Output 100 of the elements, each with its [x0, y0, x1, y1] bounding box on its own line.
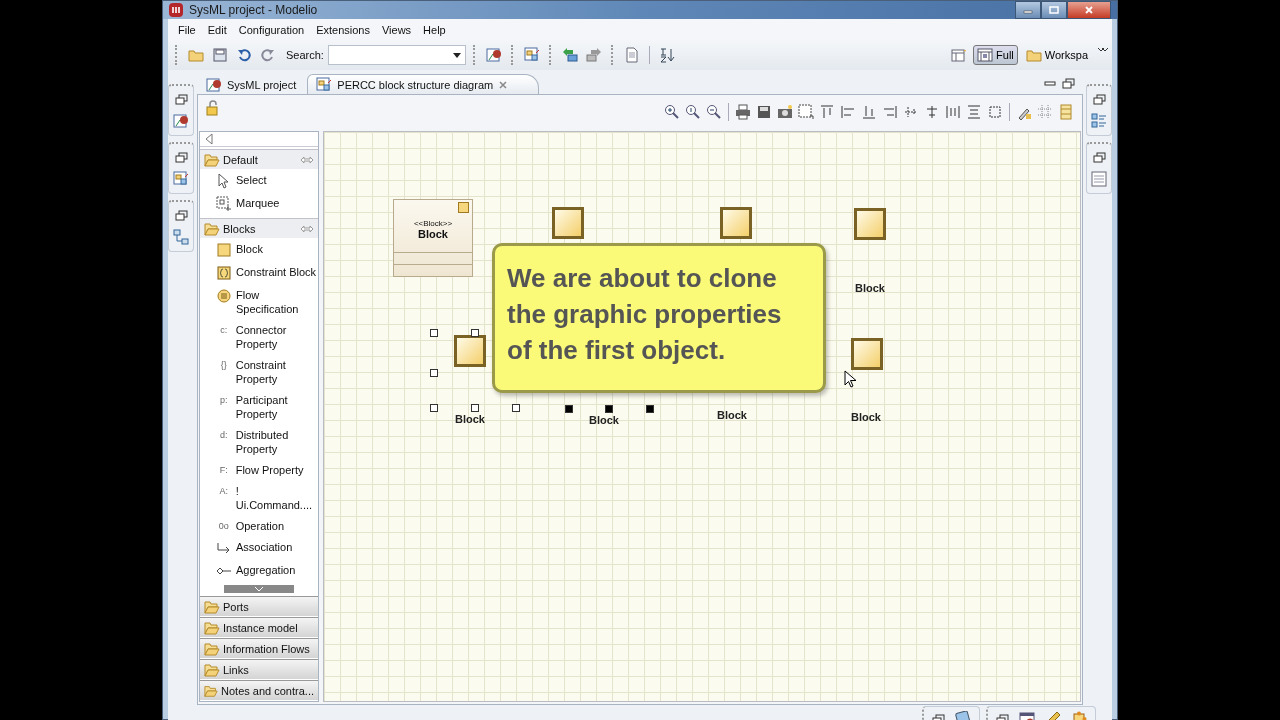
tool-glyph: d:: [220, 429, 228, 442]
tool-glyph: A:: [219, 485, 229, 498]
hierarchy-icon[interactable]: [173, 229, 189, 245]
dropdown-arrow-icon: [452, 52, 461, 58]
menu-item[interactable]: Edit: [201, 23, 233, 36]
restore-icon[interactable]: [174, 94, 188, 105]
selection-handle[interactable]: [565, 405, 573, 413]
selection-handle[interactable]: [605, 405, 613, 413]
palette-tool[interactable]: Select: [216, 170, 318, 193]
perspective-icon: [951, 47, 968, 63]
folder-icon: [204, 640, 220, 657]
print-button[interactable]: [733, 103, 753, 121]
maximize-button[interactable]: [1041, 1, 1067, 19]
block-node[interactable]: [720, 207, 752, 239]
constraint-block-icon: [216, 265, 232, 281]
mouse-cursor-icon: [844, 370, 856, 388]
palette-drawer[interactable]: Blocks: [200, 218, 318, 238]
selection-handle[interactable]: [471, 404, 479, 412]
layers-icon: [1058, 104, 1074, 120]
selection-handle[interactable]: [430, 404, 438, 412]
outline-icon[interactable]: [1091, 113, 1107, 129]
tool-glyph: {}: [220, 359, 227, 372]
tool-glyph: F:: [219, 464, 228, 477]
diagram-icon: [316, 76, 333, 93]
minimize-icon[interactable]: [1044, 78, 1056, 88]
tool-glyph: c:: [220, 324, 228, 337]
model-icon[interactable]: [173, 113, 189, 129]
selection-handle[interactable]: [430, 329, 438, 337]
selection-handle[interactable]: [512, 404, 520, 412]
close-icon[interactable]: [498, 79, 509, 90]
diagram-icon: [523, 47, 540, 63]
menu-item[interactable]: File: [172, 23, 202, 36]
close-button[interactable]: [1067, 1, 1111, 19]
zoom-in-icon: [664, 104, 680, 120]
block-label: Block: [717, 409, 747, 421]
palette-tool[interactable]: Constraint Block: [216, 262, 318, 285]
palette-drawer[interactable]: Notes and contra...: [200, 680, 318, 700]
palette-drawer[interactable]: Ports: [200, 596, 318, 616]
diagram-button[interactable]: [521, 46, 542, 64]
search-field[interactable]: [327, 45, 466, 65]
block-label: Block: [851, 411, 881, 423]
editor-tab[interactable]: SysML project: [197, 74, 306, 94]
more-chevron-icon[interactable]: [1096, 46, 1108, 53]
selection-handle[interactable]: [646, 405, 654, 413]
palette-tool[interactable]: d: Distributed Property: [216, 425, 318, 460]
menu-item[interactable]: Configuration: [232, 23, 311, 36]
align-button[interactable]: [943, 103, 963, 121]
perspective-button[interactable]: Workspa: [1021, 45, 1092, 65]
align-icon: [840, 104, 856, 120]
block-icon: [458, 202, 469, 213]
palette-tool[interactable]: Association: [216, 537, 318, 560]
block-node[interactable]: [552, 207, 584, 239]
restore-icon[interactable]: [1092, 94, 1106, 105]
palette-drawer[interactable]: Information Flows: [200, 638, 318, 658]
restore-icon[interactable]: [1092, 152, 1106, 163]
selection-icon: [798, 104, 814, 120]
lock-button[interactable]: [204, 99, 220, 117]
palette-tool[interactable]: Flow Specification: [216, 285, 318, 320]
palette-tool[interactable]: {} Constraint Property: [216, 355, 318, 390]
folder-icon: [204, 619, 220, 636]
selection-handle[interactable]: [430, 369, 438, 377]
restore-icon[interactable]: [174, 210, 188, 221]
printer-icon: [735, 104, 751, 120]
palette-drawer[interactable]: Instance model: [200, 617, 318, 637]
palette-tool[interactable]: c: Connector Property: [216, 320, 318, 355]
palette-tool[interactable]: 0o Operation: [216, 516, 318, 537]
align-icon: [819, 104, 835, 120]
search-label: Search:: [286, 49, 324, 61]
block-node[interactable]: [454, 335, 486, 367]
palette-tool[interactable]: F: Flow Property: [216, 460, 318, 481]
flow-icon: [216, 288, 232, 304]
palette-tool[interactable]: A: ! Ui.Command....: [216, 481, 318, 516]
collapse-palette-icon[interactable]: [204, 133, 213, 145]
select-area-button[interactable]: [796, 103, 816, 121]
block-node[interactable]: <<Block>> Block: [393, 199, 473, 277]
block-label: Block: [455, 413, 485, 425]
palette-tool[interactable]: Aggregation: [216, 560, 318, 583]
model-button[interactable]: [483, 46, 504, 64]
diagram-icon[interactable]: [173, 171, 189, 187]
block-node[interactable]: [854, 208, 886, 240]
palette-drawer[interactable]: Links: [200, 659, 318, 679]
block-node[interactable]: [851, 338, 883, 370]
save-button[interactable]: [210, 46, 230, 64]
menu-item[interactable]: Views: [375, 23, 418, 36]
editor-tab[interactable]: PERCC block structure diagram: [307, 74, 540, 94]
restore-icon[interactable]: [174, 152, 188, 163]
marquee-icon: [216, 196, 232, 212]
palette-tool[interactable]: Block: [216, 239, 318, 262]
menu-item[interactable]: Extensions: [310, 23, 376, 36]
perspective-button[interactable]: Full: [973, 45, 1018, 65]
minimize-button[interactable]: [1015, 1, 1041, 19]
restore-icon[interactable]: [1062, 77, 1075, 89]
menu-item[interactable]: Help: [417, 23, 452, 36]
palette-tool[interactable]: p: Participant Property: [216, 390, 318, 425]
snapshot-button[interactable]: [775, 103, 795, 121]
palette-drawer[interactable]: Default: [200, 149, 318, 169]
block-name: Block: [418, 227, 448, 240]
move-button[interactable]: [583, 46, 604, 64]
palette-tool[interactable]: Marquee: [216, 193, 318, 216]
selection-handle[interactable]: [471, 329, 479, 337]
